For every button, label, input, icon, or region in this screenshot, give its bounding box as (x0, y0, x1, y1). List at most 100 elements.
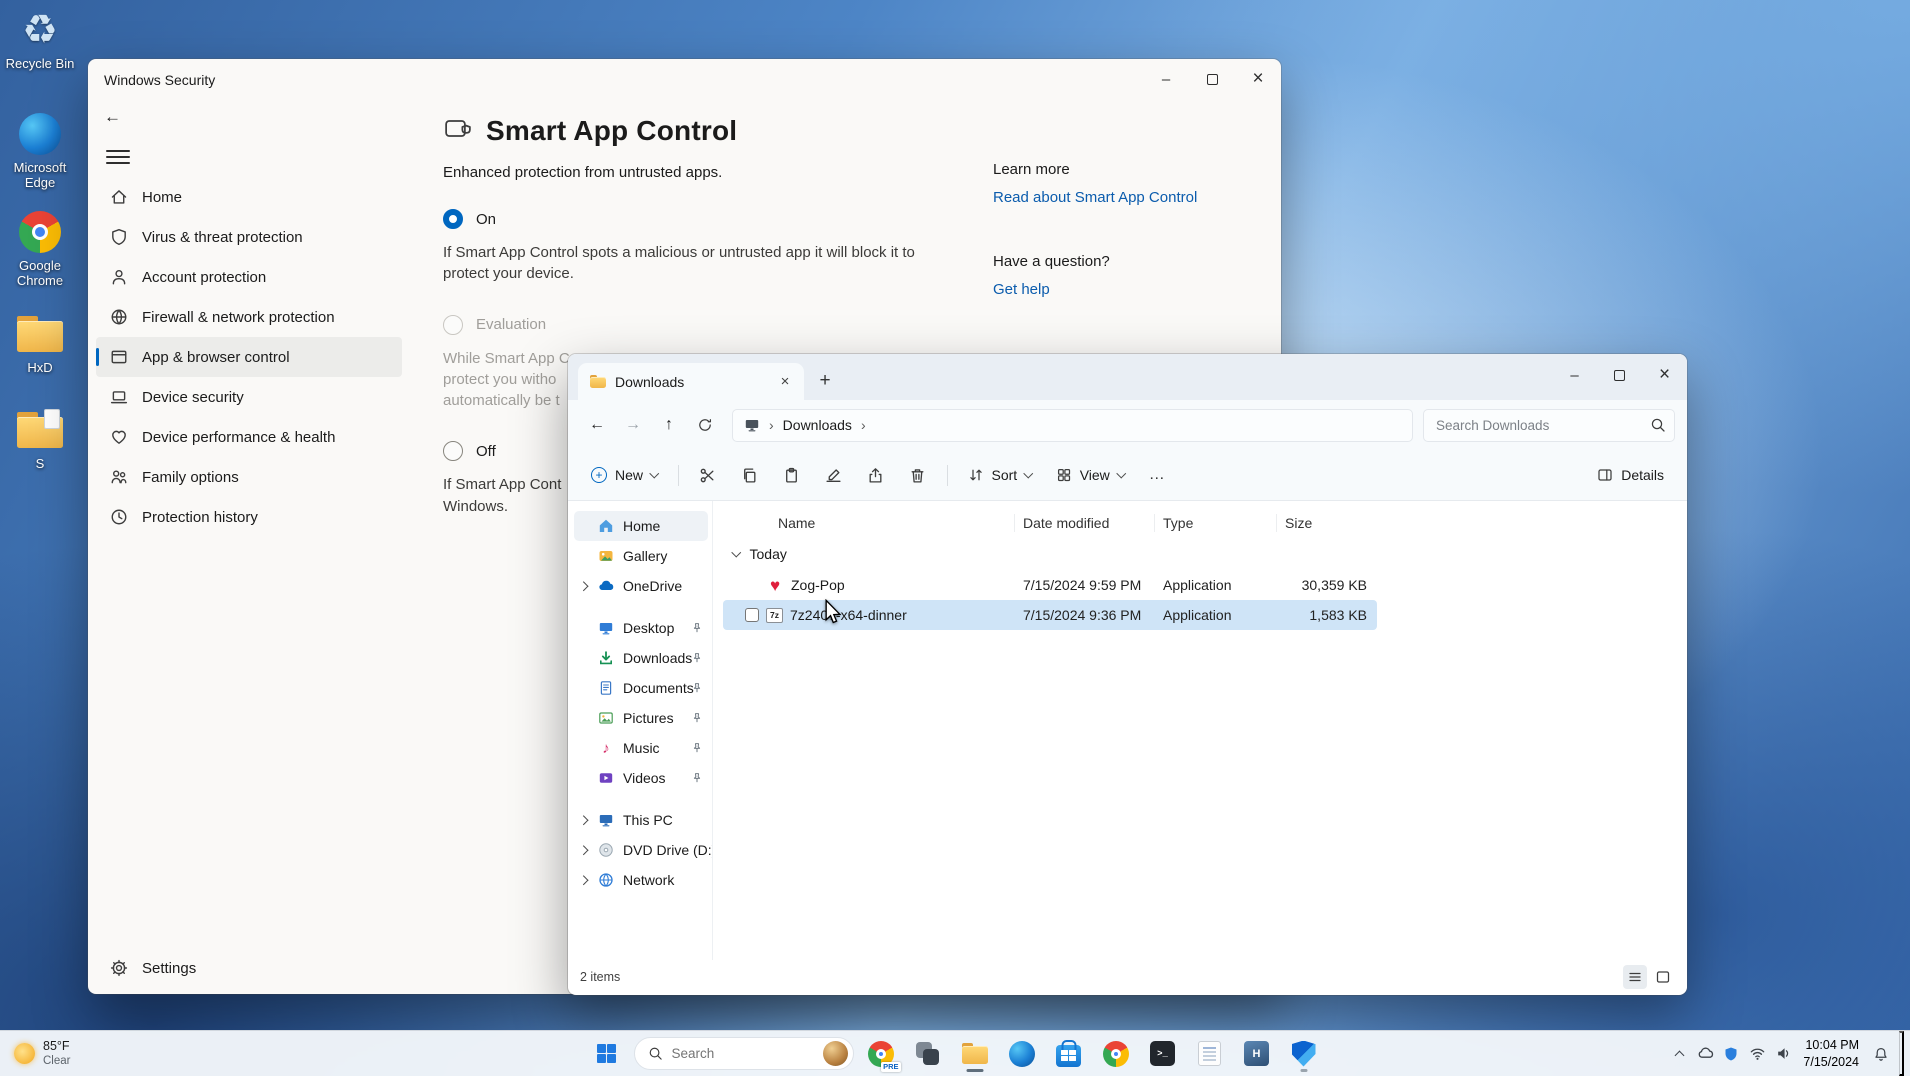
more-options-button[interactable]: … (1137, 458, 1177, 493)
nav-item-home[interactable]: Home (96, 177, 402, 217)
sidebar-item-music[interactable]: ♪ Music (574, 733, 708, 763)
new-button[interactable]: + New (580, 458, 669, 493)
radio-option-on[interactable]: On (443, 209, 921, 229)
sidebar-item-dvd-drive[interactable]: DVD Drive (D:) C (574, 835, 708, 865)
sidebar-item-videos[interactable]: Videos (574, 763, 708, 793)
nav-item-app-browser-control[interactable]: App & browser control (96, 337, 402, 377)
taskbar-app-microsoft-store[interactable] (1049, 1034, 1089, 1074)
tab-downloads[interactable]: Downloads × (578, 363, 804, 400)
view-button[interactable]: View (1045, 458, 1136, 493)
show-desktop-button[interactable] (1899, 1031, 1904, 1076)
taskbar-search-input[interactable] (672, 1046, 814, 1061)
large-icons-view-button[interactable] (1651, 965, 1675, 989)
delete-button[interactable] (898, 458, 938, 493)
desktop-icon-google-chrome[interactable]: Google Chrome (0, 210, 82, 289)
sort-button[interactable]: Sort (957, 458, 1043, 493)
sidebar-item-documents[interactable]: Documents (574, 673, 708, 703)
sidebar-item-gallery[interactable]: Gallery (574, 541, 708, 571)
radio-unselected-icon[interactable] (443, 441, 463, 461)
copy-button[interactable] (730, 458, 770, 493)
tray-security-button[interactable] (1718, 1036, 1744, 1072)
radio-disabled-icon[interactable] (443, 315, 463, 335)
desktop-icon-s[interactable]: S (0, 408, 82, 472)
sidebar-item-downloads[interactable]: Downloads (574, 643, 708, 673)
taskbar-app-edge[interactable] (1002, 1034, 1042, 1074)
sidebar-item-pictures[interactable]: Pictures (574, 703, 708, 733)
nav-item-settings[interactable]: Settings (96, 948, 402, 988)
tray-volume-button[interactable] (1770, 1036, 1796, 1072)
paste-button[interactable] (772, 458, 812, 493)
list-view-button[interactable] (1623, 965, 1647, 989)
new-tab-button[interactable]: + (808, 365, 842, 397)
tray-onedrive-button[interactable] (1692, 1036, 1718, 1072)
desktop-icon-hxd[interactable]: HxD (0, 312, 82, 376)
group-header-today[interactable]: Today (723, 538, 1687, 570)
taskbar-app-notepad[interactable] (1190, 1034, 1230, 1074)
clock-widget[interactable]: 10:04 PM 7/15/2024 (1796, 1037, 1868, 1070)
taskbar-app-task-view[interactable] (908, 1034, 948, 1074)
sidebar-item-this-pc[interactable]: This PC (574, 805, 708, 835)
expand-chevron-icon[interactable] (579, 845, 588, 854)
nav-item-virus-threat-protection[interactable]: Virus & threat protection (96, 217, 402, 257)
column-header-size[interactable]: Size (1277, 514, 1377, 532)
tray-network-button[interactable] (1744, 1036, 1770, 1072)
back-button[interactable]: ← (104, 103, 138, 131)
sidebar-item-desktop[interactable]: Desktop (574, 613, 708, 643)
nav-forward-button[interactable]: → (616, 408, 650, 442)
minimize-button[interactable]: – (1552, 354, 1597, 396)
taskbar-app-preview[interactable]: PRE (861, 1034, 901, 1074)
taskbar-app-file-explorer[interactable] (955, 1034, 995, 1074)
sidebar-item-home[interactable]: Home (574, 511, 708, 541)
search-highlight-thumbnail[interactable] (823, 1041, 848, 1066)
nav-item-firewall-network[interactable]: Firewall & network protection (96, 297, 402, 337)
sidebar-item-onedrive[interactable]: OneDrive (574, 571, 708, 601)
refresh-button[interactable] (688, 408, 722, 442)
expand-chevron-icon[interactable] (579, 815, 588, 824)
minimize-button[interactable]: – (1143, 59, 1189, 99)
weather-widget[interactable]: 85°F Clear (2, 1033, 82, 1074)
taskbar-app-chrome[interactable] (1096, 1034, 1136, 1074)
rename-button[interactable] (814, 458, 854, 493)
taskbar-search[interactable] (634, 1037, 854, 1070)
close-button[interactable]: × (1642, 354, 1687, 396)
maximize-button[interactable] (1189, 59, 1235, 99)
nav-back-button[interactable]: ← (580, 408, 614, 442)
nav-item-family-options[interactable]: Family options (96, 457, 402, 497)
column-header-type[interactable]: Type (1155, 514, 1277, 532)
search-input[interactable] (1436, 418, 1650, 433)
sidebar-item-network[interactable]: Network (574, 865, 708, 895)
close-button[interactable]: × (1235, 59, 1281, 99)
radio-selected-icon[interactable] (443, 209, 463, 229)
nav-item-account-protection[interactable]: Account protection (96, 257, 402, 297)
hidden-icons-button[interactable] (1666, 1036, 1692, 1072)
start-button[interactable] (587, 1034, 627, 1074)
maximize-button[interactable] (1597, 354, 1642, 396)
address-bar[interactable]: › Downloads › (732, 409, 1413, 442)
hamburger-menu-button[interactable] (106, 147, 130, 167)
desktop-icon-recycle-bin[interactable]: ♻ Recycle Bin (0, 8, 82, 72)
breadcrumb-downloads[interactable]: Downloads (783, 417, 852, 433)
nav-item-device-security[interactable]: Device security (96, 377, 402, 417)
taskbar-app-terminal[interactable]: >_ (1143, 1034, 1183, 1074)
file-row-zog-pop[interactable]: ♥ Zog-Pop 7/15/2024 9:59 PM Application … (723, 570, 1377, 600)
expand-chevron-icon[interactable] (579, 875, 588, 884)
taskbar-app-windows-security[interactable] (1284, 1034, 1324, 1074)
tab-close-button[interactable]: × (774, 371, 796, 393)
expand-chevron-icon[interactable] (579, 581, 588, 590)
column-header-date-modified[interactable]: Date modified (1015, 514, 1155, 532)
radio-option-evaluation[interactable]: Evaluation (443, 315, 921, 335)
read-about-link[interactable]: Read about Smart App Control (993, 189, 1197, 206)
get-help-link[interactable]: Get help (993, 281, 1197, 298)
nav-item-device-performance-health[interactable]: Device performance & health (96, 417, 402, 457)
column-header-name[interactable]: Name (723, 514, 1015, 532)
nav-item-protection-history[interactable]: Protection history (96, 497, 402, 537)
collapse-chevron-icon[interactable] (732, 548, 741, 557)
desktop-icon-microsoft-edge[interactable]: Microsoft Edge (0, 112, 82, 191)
notifications-button[interactable] (1868, 1036, 1894, 1072)
cut-button[interactable] (688, 458, 728, 493)
taskbar-app-hxd[interactable]: H (1237, 1034, 1277, 1074)
share-button[interactable] (856, 458, 896, 493)
details-pane-button[interactable]: Details (1586, 458, 1675, 493)
nav-up-button[interactable]: ↑ (652, 408, 686, 442)
row-checkbox[interactable] (745, 608, 759, 622)
